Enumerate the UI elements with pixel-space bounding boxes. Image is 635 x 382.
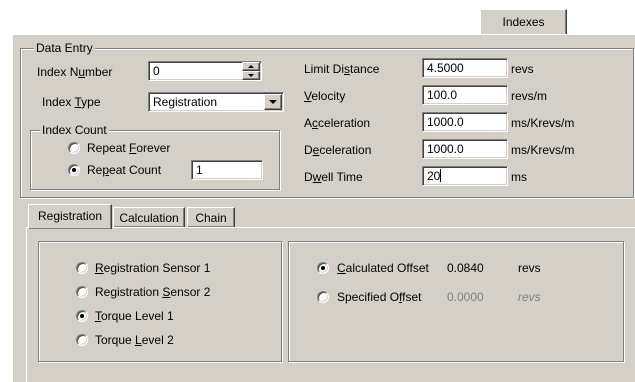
repeat-forever-radio[interactable] (68, 142, 80, 154)
torque-level-1-label[interactable]: Torque Level 1 (95, 308, 174, 324)
acceleration-value: 1000.0 (427, 115, 464, 129)
tab-indexes[interactable]: Indexes (480, 9, 567, 35)
index-number-value: 0 (153, 64, 160, 78)
deceleration-value: 1000.0 (427, 142, 464, 156)
dwell-time-field[interactable]: 20 (422, 166, 508, 186)
repeat-count-value: 1 (196, 163, 203, 177)
limit-distance-field[interactable]: 4.5000 (422, 58, 508, 78)
calculated-offset-label[interactable]: Calculated Offset (337, 260, 429, 276)
deceleration-field[interactable]: 1000.0 (422, 139, 508, 159)
chevron-down-icon (269, 100, 277, 104)
limit-distance-unit: revs (511, 62, 534, 76)
specified-offset-unit: revs (518, 290, 541, 304)
index-type-value: Registration (153, 95, 218, 109)
registration-sensor-2-label[interactable]: Registration Sensor 2 (95, 284, 210, 300)
spinner-down-icon (248, 74, 254, 77)
tab-chain-label: Chain (195, 211, 227, 225)
dwell-time-value: 20 (427, 169, 441, 183)
data-entry-caption: Data Entry (34, 41, 95, 55)
radio-selected-dot (321, 266, 325, 270)
deceleration-label: Deceleration (304, 143, 372, 157)
tab-calculation[interactable]: Calculation (113, 207, 185, 227)
torque-level-2-label[interactable]: Torque Level 2 (95, 332, 174, 348)
spinner-up-icon (248, 65, 254, 68)
registration-sensor-2-radio[interactable] (76, 286, 88, 298)
tab-indexes-label: Indexes (502, 15, 545, 29)
repeat-forever-label[interactable]: Repeat Forever (87, 140, 170, 156)
tab-chain[interactable]: Chain (187, 207, 235, 227)
repeat-count-radio[interactable] (68, 164, 80, 176)
index-type-dropdown-button[interactable] (264, 94, 282, 110)
specified-offset-label[interactable]: Specified Offset (337, 289, 422, 305)
calculated-offset-unit: revs (518, 261, 541, 275)
acceleration-field[interactable]: 1000.0 (422, 112, 508, 132)
tab-calculation-label: Calculation (119, 211, 179, 225)
torque-level-2-radio[interactable] (76, 334, 88, 346)
repeat-count-label[interactable]: Repeat Count (87, 162, 161, 178)
text-cursor (440, 169, 442, 182)
acceleration-label: Acceleration (304, 116, 371, 130)
tab-registration-label: Registration (37, 209, 103, 223)
spinner-down-button[interactable] (242, 71, 260, 80)
specified-offset-radio[interactable] (317, 291, 329, 303)
radio-selected-dot (80, 314, 84, 318)
dwell-time-label: Dwell Time (304, 170, 363, 184)
tab-registration[interactable]: Registration (28, 204, 112, 229)
velocity-field[interactable]: 100.0 (422, 85, 508, 105)
spinner-up-button[interactable] (242, 62, 260, 71)
dwell-time-unit: ms (511, 170, 527, 184)
velocity-label: Velocity (304, 89, 346, 103)
velocity-value: 100.0 (427, 88, 458, 102)
radio-selected-dot (72, 168, 76, 172)
limit-distance-value: 4.5000 (427, 61, 464, 75)
torque-level-1-radio[interactable] (76, 310, 88, 322)
registration-sensor-1-label[interactable]: Registration Sensor 1 (95, 260, 210, 276)
index-count-caption: Index Count (40, 123, 109, 137)
index-number-spinner[interactable] (242, 62, 260, 80)
calculated-offset-value: 0.0840 (447, 261, 484, 275)
specified-offset-value: 0.0000 (447, 290, 484, 304)
deceleration-unit: ms/Krevs/m (511, 143, 575, 157)
velocity-unit: revs/m (511, 89, 547, 103)
limit-distance-label: Limit Distance (304, 62, 380, 76)
repeat-count-field[interactable]: 1 (191, 160, 263, 180)
index-type-label: Index Type (42, 95, 101, 109)
acceleration-unit: ms/Krevs/m (511, 116, 575, 130)
registration-sensor-1-radio[interactable] (76, 262, 88, 274)
index-number-label: Index Number (37, 65, 113, 79)
calculated-offset-radio[interactable] (317, 262, 329, 274)
